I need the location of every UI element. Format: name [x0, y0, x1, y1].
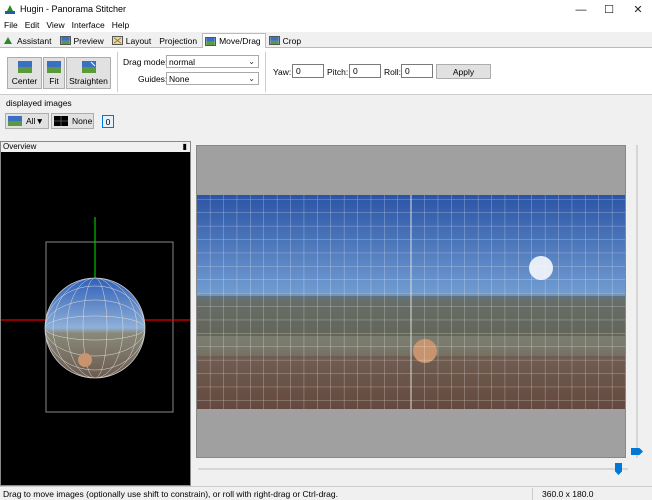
window-title: Hugin - Panorama Stitcher — [20, 4, 127, 14]
chevron-down-icon: ⌄ — [248, 57, 255, 66]
guides-value: None — [169, 73, 190, 84]
move-drag-toolbar: Center Fit Straighten Drag mode: normal … — [0, 48, 652, 95]
hugin-app-icon — [5, 5, 15, 14]
status-message: Drag to move images (optionally use shif… — [3, 489, 338, 499]
straighten-button-label: Straighten — [69, 76, 108, 86]
straighten-icon — [81, 61, 96, 73]
tab-projection[interactable]: Projection — [156, 33, 202, 48]
panorama-preview[interactable] — [196, 145, 626, 458]
menu-edit[interactable]: Edit — [21, 19, 43, 32]
center-icon — [17, 61, 32, 73]
tab-layout-label: Layout — [125, 35, 152, 46]
overview-title: Overview — [3, 142, 37, 151]
horizontal-fov-slider[interactable] — [196, 462, 630, 480]
pitch-label: Pitch: — [327, 67, 349, 77]
drag-mode-select[interactable]: normal ⌄ — [166, 55, 259, 68]
tab-bar: Assistant Preview Layout Projection Move… — [0, 33, 652, 49]
tab-crop-label: Crop — [282, 35, 302, 46]
tab-move-drag-label: Move/Drag — [219, 36, 261, 46]
move-drag-icon — [205, 36, 217, 46]
fit-button-label: Fit — [49, 76, 59, 86]
straighten-button[interactable]: Straighten — [66, 57, 111, 89]
toolbar-divider — [265, 52, 266, 92]
overview-header: Overview ▮ — [1, 142, 190, 152]
show-none-button[interactable]: None — [51, 113, 94, 129]
field-of-view-readout: 360.0 x 180.0 — [542, 489, 594, 499]
slider-thumb[interactable] — [631, 448, 643, 455]
menu-view[interactable]: View — [42, 19, 67, 32]
close-button[interactable]: ✕ — [624, 0, 652, 19]
slider-thumb[interactable] — [615, 463, 622, 475]
show-all-button[interactable]: All▼ — [5, 113, 49, 129]
maximize-button[interactable]: ☐ — [595, 0, 623, 19]
menu-file[interactable]: File — [0, 19, 21, 32]
tab-projection-label: Projection — [159, 35, 198, 46]
drag-mode-value: normal — [169, 56, 195, 67]
slider-track — [198, 468, 628, 470]
tab-assistant-label: Assistant — [17, 35, 52, 46]
crop-icon — [268, 36, 280, 45]
close-icon: ✕ — [633, 4, 643, 16]
image-toggle-0[interactable]: 0 — [102, 115, 114, 128]
show-all-label: All▼ — [26, 116, 44, 126]
displayed-images-label: displayed images — [6, 98, 72, 108]
minimize-icon: — — [575, 3, 587, 16]
status-divider — [532, 488, 533, 500]
apply-button[interactable]: Apply — [436, 64, 491, 79]
drag-mode-label: Drag mode: — [123, 57, 168, 67]
assistant-icon — [4, 37, 12, 44]
displayed-images-panel: displayed images All▼ None 0 — [0, 95, 652, 137]
layout-icon — [111, 36, 123, 45]
tab-crop[interactable]: Crop — [266, 33, 306, 48]
pitch-input[interactable]: 0 — [349, 64, 381, 78]
overview-sphere-view[interactable] — [1, 152, 190, 485]
tab-assistant[interactable]: Assistant — [0, 33, 57, 48]
show-none-label: None — [72, 116, 93, 126]
roll-label: Roll: — [384, 67, 402, 77]
no-images-icon — [54, 116, 68, 126]
tab-preview[interactable]: Preview — [57, 33, 109, 48]
menu-help[interactable]: Help — [108, 19, 132, 32]
pin-icon[interactable]: ▮ — [183, 142, 187, 151]
status-bar: Drag to move images (optionally use shif… — [0, 486, 652, 500]
yaw-input[interactable]: 0 — [292, 64, 324, 78]
tab-move-drag[interactable]: Move/Drag — [202, 33, 266, 49]
preview-icon — [59, 36, 71, 45]
overview-panel: Overview ▮ — [0, 141, 191, 486]
center-button[interactable]: Center — [7, 57, 42, 89]
yaw-label: Yaw: — [273, 67, 292, 77]
vertical-fov-slider[interactable] — [630, 145, 644, 458]
menu-interface[interactable]: Interface — [68, 19, 108, 32]
minimize-button[interactable]: — — [567, 0, 595, 19]
maximize-icon: ☐ — [604, 4, 614, 16]
title-bar: Hugin - Panorama Stitcher — ☐ ✕ — [0, 0, 652, 19]
panorama-canvas[interactable] — [197, 146, 625, 457]
roll-input[interactable]: 0 — [401, 64, 433, 78]
tab-layout[interactable]: Layout — [109, 33, 157, 48]
menu-bar: File Edit View Interface Help — [0, 19, 652, 32]
slider-track — [636, 145, 638, 458]
guides-label: Guides: — [138, 74, 168, 84]
all-images-icon — [8, 116, 22, 126]
center-button-label: Center — [11, 76, 38, 86]
fit-button[interactable]: Fit — [43, 57, 65, 89]
toolbar-divider — [117, 52, 118, 92]
tab-preview-label: Preview — [73, 35, 104, 46]
chevron-down-icon: ⌄ — [248, 74, 255, 83]
guides-select[interactable]: None ⌄ — [166, 72, 259, 85]
fit-icon — [47, 61, 61, 73]
